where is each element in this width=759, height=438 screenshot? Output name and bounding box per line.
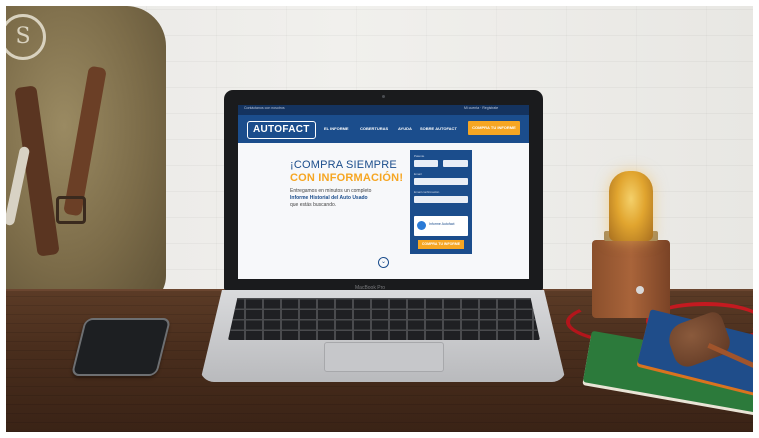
nav-item-ayuda: AYUDA: [398, 126, 412, 131]
scroll-down-icon: ⌄: [378, 257, 389, 268]
backpack-strap: [63, 65, 107, 217]
hero-body: Entregamos en minutos un completo: [290, 188, 372, 194]
informe-icon: [417, 221, 426, 230]
form-field: [443, 160, 468, 167]
form-label: Patente: [414, 154, 425, 158]
backpack-buckle: [56, 196, 86, 224]
webcam-icon: [382, 95, 385, 98]
autofact-logo: AUTOFACT: [247, 121, 316, 139]
email-field: [414, 178, 468, 185]
compra-informe-button: COMPRA TU INFORME: [468, 121, 520, 135]
desk-scene-photo: S Contáctanos con nosotros Mi cuenta · R…: [6, 6, 753, 432]
topbar-account: Mi cuenta · Registrate: [464, 106, 499, 110]
laptop-lid: Contáctanos con nosotros Mi cuenta · Reg…: [224, 90, 543, 290]
form-field: [414, 160, 438, 167]
site-hero: ¡COMPRA SIEMPRE CON INFORMACIÓN! Entrega…: [238, 143, 529, 279]
hero-body-bold: Informe Historial del Auto Usado: [290, 195, 368, 201]
canvas-backpack: S: [6, 6, 166, 306]
hero-headline-accent: CON INFORMACIÓN!: [290, 172, 404, 184]
laptop-brand-label: MacBook Pro: [355, 285, 386, 291]
laptop-trackpad: [324, 342, 444, 372]
laptop-screen: Contáctanos con nosotros Mi cuenta · Reg…: [238, 105, 529, 279]
nav-item-sobre: SOBRE AUTOFACT: [420, 126, 457, 131]
form-submit-button: COMPRA TU INFORME: [418, 240, 464, 249]
site-topbar: Contáctanos con nosotros Mi cuenta · Reg…: [238, 105, 529, 115]
backpack-rope: [6, 145, 31, 227]
keyboard-rows: [228, 298, 540, 340]
hero-body: que estás buscando.: [290, 202, 337, 208]
informe-card: Informe Autofact: [414, 216, 468, 236]
topbar-contact: Contáctanos con nosotros: [244, 106, 285, 110]
nav-item-coberturas: COBERTURAS: [360, 126, 389, 131]
backpack-logo: S: [6, 14, 46, 60]
email-confirm-field: [414, 196, 468, 203]
informe-card-label: Informe Autofact: [429, 222, 455, 226]
site-navbar: AUTOFACT EL INFORME COBERTURAS AYUDA SOB…: [238, 115, 529, 143]
smartphone: [70, 318, 172, 376]
edison-bulb: [609, 171, 653, 241]
lamp-switch: [636, 286, 644, 294]
hero-headline: ¡COMPRA SIEMPRE: [290, 159, 397, 171]
form-label: Email confirmación: [414, 190, 440, 194]
nav-item-el-informe: EL INFORME: [324, 126, 349, 131]
purchase-form: Patente Email Email confirmación Informe…: [410, 150, 472, 254]
wooden-lamp-base: [592, 240, 670, 318]
form-label: Email: [414, 172, 422, 176]
